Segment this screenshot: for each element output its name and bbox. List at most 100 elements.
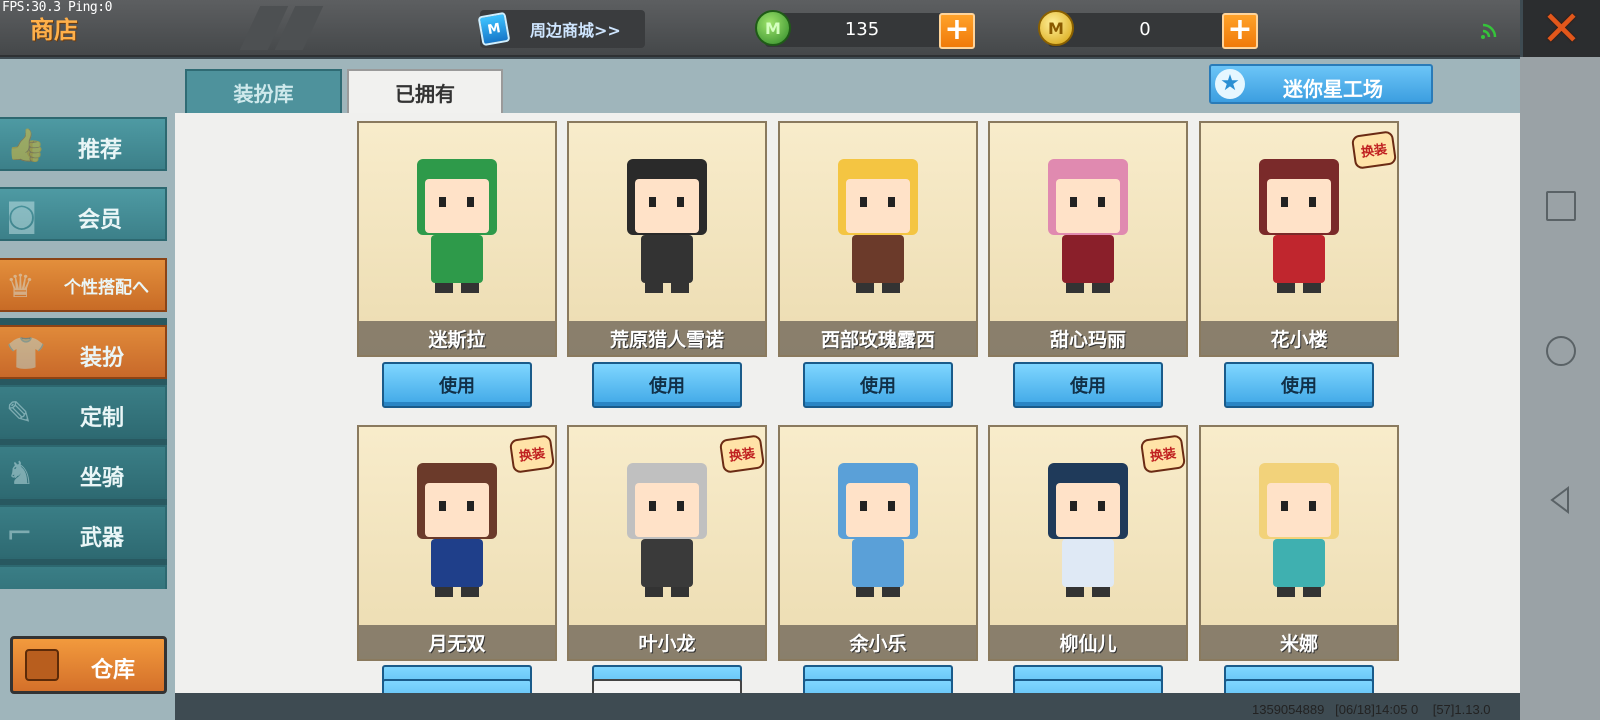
- character-eye: [860, 501, 867, 511]
- merch-mall-button[interactable]: M 周边商城>>: [477, 10, 645, 48]
- skin-card[interactable]: 叶小龙 换装: [567, 425, 767, 661]
- character-face: [846, 483, 910, 537]
- character-eye: [1309, 197, 1316, 207]
- mini-bean-amount: 135: [844, 19, 880, 40]
- use-button[interactable]: 使用: [1224, 362, 1374, 408]
- skin-name: 迷斯拉: [359, 321, 555, 355]
- skin-character-art: [627, 159, 707, 293]
- skin-card[interactable]: 荒原猎人雪诺: [567, 121, 767, 357]
- character-eye: [467, 197, 474, 207]
- character-body: [1062, 539, 1114, 587]
- sidebar-item-member[interactable]: ◙ 会员: [0, 187, 167, 241]
- character-eye: [439, 197, 446, 207]
- character-face: [635, 179, 699, 233]
- skin-grid[interactable]: 迷斯拉使用荒原猎人雪诺使用西部玫瑰露西使用甜心玛丽使用花小楼换装使用月无双换装使…: [175, 113, 1520, 693]
- character-face: [1267, 179, 1331, 233]
- character-eye: [649, 501, 656, 511]
- equipped-button[interactable]: 已装扮: [592, 679, 742, 693]
- add-mini-coin-button[interactable]: +: [1222, 13, 1258, 49]
- sidebar-item-recommend[interactable]: 👍 推荐: [0, 117, 167, 171]
- skin-character-art: [1259, 463, 1339, 597]
- top-bar: FPS:30.3 Ping:0 商店 M 周边商城>> M 135 + M 0 …: [0, 0, 1520, 57]
- character-eye: [860, 197, 867, 207]
- sidebar-item-personal[interactable]: ♛ 个性搭配へ: [0, 258, 167, 312]
- recent-apps-icon[interactable]: [1546, 191, 1576, 221]
- home-icon[interactable]: [1546, 336, 1576, 366]
- skin-card[interactable]: 迷斯拉: [357, 121, 557, 357]
- close-button[interactable]: ✕: [1523, 0, 1600, 57]
- character-body: [852, 539, 904, 587]
- use-button[interactable]: 使用: [592, 362, 742, 408]
- tab-bar: 装扮库 已拥有 ★ 迷你星工场: [175, 59, 1520, 113]
- character-eye: [888, 197, 895, 207]
- sidebar-scroll-area[interactable]: 👍 推荐 ◙ 会员 ♛ 个性搭配へ 👕 装扮 ✎ 定制 ♞ 坐骑 ⌐ 武器: [0, 59, 175, 589]
- skin-card[interactable]: 米娜: [1199, 425, 1399, 661]
- skin-card[interactable]: 柳仙儿 换装: [988, 425, 1188, 661]
- sidebar-item-label: 坐骑: [80, 466, 125, 491]
- character-eye: [677, 197, 684, 207]
- character-body: [1273, 235, 1325, 283]
- use-button[interactable]: 使用: [382, 679, 532, 693]
- mini-workshop-button[interactable]: ★ 迷你星工场: [1209, 64, 1433, 104]
- outfit-change-badge-icon: 换装: [718, 434, 766, 474]
- sidebar-item-label: 个性搭配へ: [64, 278, 149, 298]
- sidebar-item-more[interactable]: [0, 565, 167, 589]
- skin-name: 米娜: [1201, 625, 1397, 659]
- use-button[interactable]: 使用: [1224, 679, 1374, 693]
- sidebar-item-weapon[interactable]: ⌐ 武器: [0, 505, 167, 559]
- use-button[interactable]: 使用: [382, 362, 532, 408]
- warehouse-label: 仓库: [91, 658, 136, 683]
- warehouse-button[interactable]: 仓库: [10, 636, 167, 694]
- character-eye: [1098, 197, 1105, 207]
- sidebar-item-custom[interactable]: ✎ 定制: [0, 385, 167, 439]
- sidebar-item-label: 推荐: [78, 138, 123, 163]
- star-icon: ★: [1215, 69, 1245, 99]
- system-nav-bar: [1520, 57, 1600, 720]
- skin-name: 余小乐: [780, 625, 976, 659]
- mini-bean-balance: M 135 +: [755, 10, 975, 49]
- character-body: [1273, 539, 1325, 587]
- skin-character-art: [838, 463, 918, 597]
- chest-icon: [25, 649, 59, 681]
- character-leg: [856, 283, 874, 293]
- character-eye: [439, 501, 446, 511]
- skin-card[interactable]: 花小楼 换装: [1199, 121, 1399, 357]
- use-button[interactable]: 使用: [1013, 362, 1163, 408]
- skin-card[interactable]: 月无双 换装: [357, 425, 557, 661]
- character-face: [425, 179, 489, 233]
- character-leg: [461, 587, 479, 597]
- skin-name: 叶小龙: [569, 625, 765, 659]
- sidebar-item-dress[interactable]: 👕 装扮: [0, 325, 167, 379]
- skin-character-art: [838, 159, 918, 293]
- skin-name: 西部玫瑰露西: [780, 321, 976, 355]
- character-leg: [461, 283, 479, 293]
- tab-dressing-library[interactable]: 装扮库: [185, 69, 342, 113]
- sidebar-item-mount[interactable]: ♞ 坐骑: [0, 445, 167, 499]
- character-leg: [435, 587, 453, 597]
- skin-card[interactable]: 西部玫瑰露西: [778, 121, 978, 357]
- pencil-icon: ✎: [6, 394, 33, 432]
- use-button[interactable]: 使用: [803, 362, 953, 408]
- character-eye: [467, 501, 474, 511]
- character-eye: [677, 501, 684, 511]
- character-leg: [1277, 283, 1295, 293]
- back-icon[interactable]: [1546, 485, 1576, 515]
- character-face: [1056, 483, 1120, 537]
- gun-icon: ⌐: [6, 514, 33, 552]
- use-button[interactable]: 使用: [1013, 679, 1163, 693]
- mini-coin-balance: M 0 +: [1038, 10, 1258, 49]
- use-button[interactable]: 使用: [803, 679, 953, 693]
- skin-card[interactable]: 甜心玛丽: [988, 121, 1188, 357]
- skin-name: 柳仙儿: [990, 625, 1186, 659]
- add-mini-bean-button[interactable]: +: [939, 13, 975, 49]
- skin-name: 甜心玛丽: [990, 321, 1186, 355]
- sidebar-item-label: 会员: [78, 208, 123, 233]
- character-eye: [888, 501, 895, 511]
- tab-owned[interactable]: 已拥有: [347, 69, 503, 113]
- outfit-change-badge-icon: 换装: [1139, 434, 1187, 474]
- character-face: [1267, 483, 1331, 537]
- wifi-signal-icon: [1481, 23, 1497, 39]
- character-body: [641, 539, 693, 587]
- outfit-change-badge-icon: 换装: [1350, 130, 1398, 170]
- skin-card[interactable]: 余小乐: [778, 425, 978, 661]
